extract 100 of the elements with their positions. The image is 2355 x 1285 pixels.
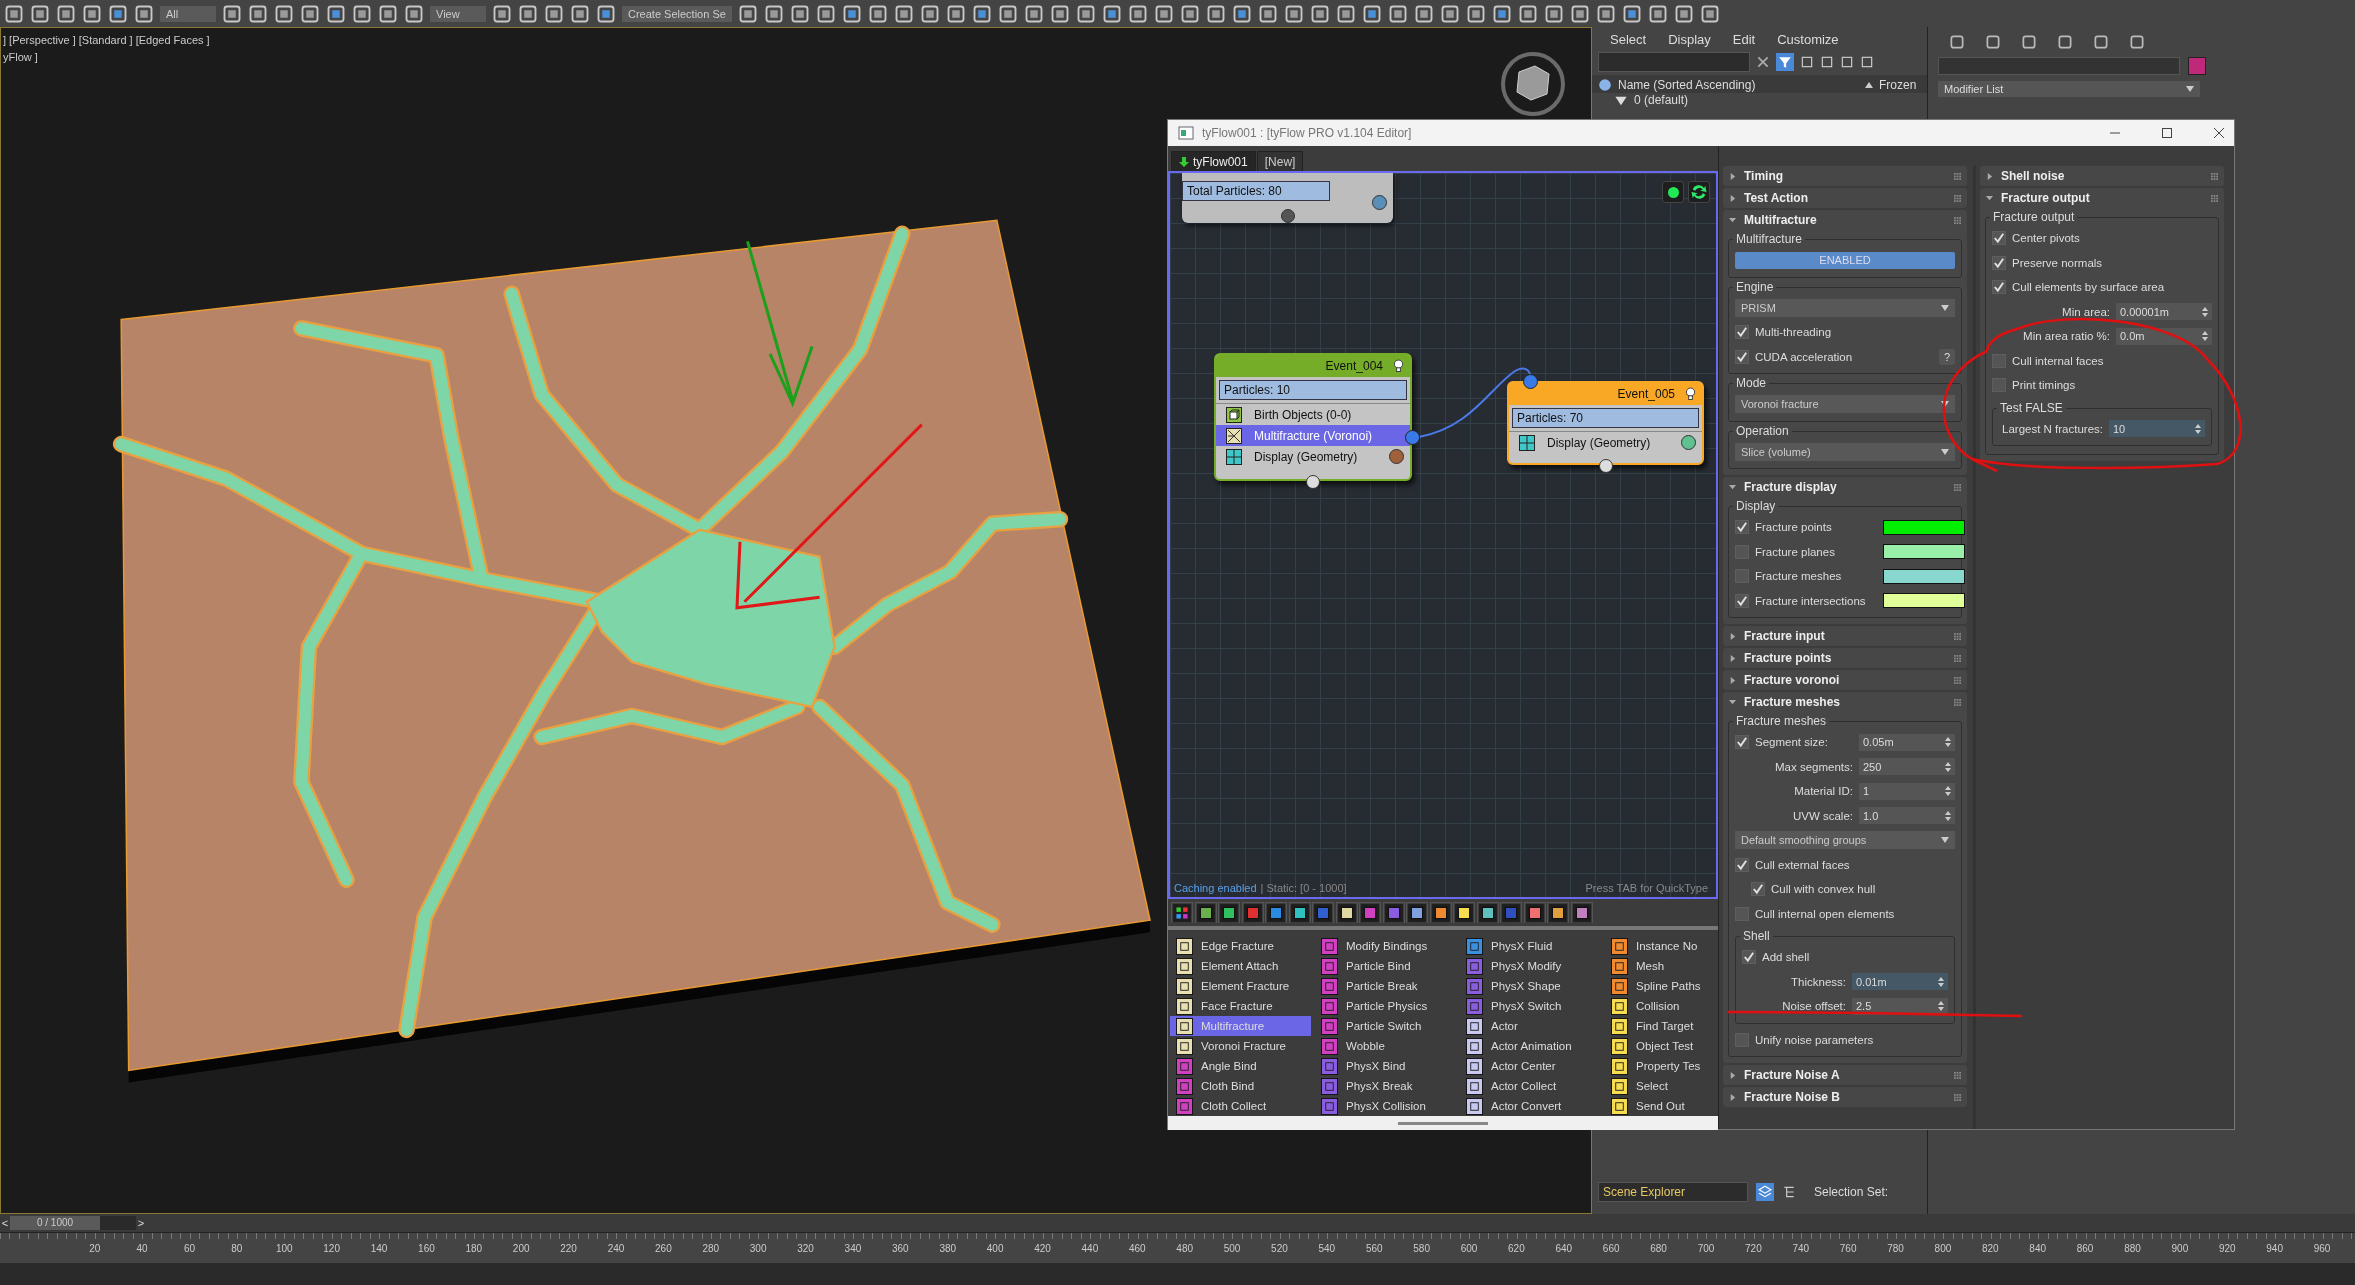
rollout-header[interactable]: Fracture points xyxy=(1723,648,1967,668)
operator-item[interactable]: Particle Break xyxy=(1315,976,1456,996)
checkbox[interactable] xyxy=(1992,280,2006,295)
toolbar-icon[interactable] xyxy=(1491,3,1512,24)
menu-item[interactable]: Display xyxy=(1668,32,1711,47)
operator-item[interactable]: Property Tes xyxy=(1605,1056,1718,1076)
toolbar-icon[interactable] xyxy=(596,3,616,24)
next-frame-button[interactable]: > xyxy=(136,1217,146,1229)
toolbar-icon[interactable] xyxy=(1335,3,1356,24)
operator-item[interactable]: Voronoi Fracture xyxy=(1170,1036,1311,1056)
event-header[interactable]: Event_005 xyxy=(1509,383,1702,405)
operator-item[interactable]: Instance No xyxy=(1605,936,1718,956)
category-tab-icon[interactable] xyxy=(1547,902,1569,923)
toolbar-icon[interactable] xyxy=(1361,3,1382,24)
checkbox[interactable] xyxy=(1992,255,2006,270)
operator-item[interactable]: Spline Paths xyxy=(1605,976,1718,996)
spinner-field[interactable]: 1 xyxy=(1859,782,1955,800)
toolbar-icon[interactable] xyxy=(1257,3,1278,24)
flow-tab[interactable]: tyFlow001 xyxy=(1171,151,1256,171)
toolbar-icon[interactable] xyxy=(971,3,992,24)
toolbar-dropdown[interactable]: All xyxy=(160,5,216,22)
grip-icon[interactable] xyxy=(1954,1093,1961,1101)
toolbar-icon[interactable] xyxy=(1465,3,1486,24)
close-icon[interactable] xyxy=(2214,128,2224,138)
spinner-field[interactable]: 0.05m xyxy=(1859,733,1955,751)
toolbar-icon[interactable] xyxy=(1309,3,1330,24)
scrollbar-thumb[interactable] xyxy=(1398,1121,1488,1125)
toolbar-icon[interactable] xyxy=(544,3,564,24)
operator-item[interactable]: Find Target xyxy=(1605,1016,1718,1036)
status-light-icon[interactable] xyxy=(1662,181,1684,203)
toolbar-icon[interactable] xyxy=(763,3,784,24)
operator-item[interactable]: PhysX Collision xyxy=(1315,1096,1456,1116)
spinner-field[interactable]: 0.00001m xyxy=(2116,303,2212,321)
previous-frame-button[interactable]: < xyxy=(0,1217,10,1229)
color-swatch[interactable] xyxy=(1883,568,1965,584)
toolbar-icon[interactable] xyxy=(352,3,372,24)
spinner-arrows-icon[interactable] xyxy=(1945,786,1951,797)
spinner-arrows-icon[interactable] xyxy=(1945,761,1951,772)
grip-icon[interactable] xyxy=(1954,194,1961,202)
grip-icon[interactable] xyxy=(1954,483,1961,491)
toolbar-icon[interactable] xyxy=(82,3,102,24)
operator-item[interactable]: Face Fracture xyxy=(1170,996,1311,1016)
toolbar-icon[interactable] xyxy=(326,3,346,24)
lightbulb-icon[interactable] xyxy=(1685,387,1696,401)
event-header[interactable]: Event_004 xyxy=(1216,355,1410,377)
maximize-icon[interactable] xyxy=(2162,128,2172,138)
rollout-header[interactable]: Fracture input xyxy=(1723,626,1967,646)
grip-icon[interactable] xyxy=(1954,632,1961,640)
checkbox[interactable] xyxy=(1735,520,1749,535)
toolbar-icon[interactable] xyxy=(30,3,50,24)
output-port[interactable] xyxy=(1306,475,1320,489)
viewcube-icon[interactable] xyxy=(1501,52,1565,116)
operator-item[interactable]: Element Fracture xyxy=(1170,976,1311,996)
checkbox[interactable] xyxy=(1742,950,1756,965)
operator-item[interactable]: Select xyxy=(1605,1076,1718,1096)
spinner-arrows-icon[interactable] xyxy=(1945,810,1951,821)
toolbar-icon[interactable] xyxy=(919,3,940,24)
toolbar-icon[interactable] xyxy=(1517,3,1538,24)
toolbar-icon[interactable] xyxy=(1049,3,1070,24)
toolbar-icon[interactable] xyxy=(404,3,424,24)
operator-item[interactable]: PhysX Bind xyxy=(1315,1056,1456,1076)
search-field[interactable] xyxy=(1598,52,1750,72)
filter-icon[interactable] xyxy=(1776,53,1794,71)
toolbar-icon[interactable] xyxy=(248,3,268,24)
toolbar-icon[interactable] xyxy=(570,3,590,24)
operator-item[interactable]: Send Out xyxy=(1605,1096,1718,1116)
time-slider-thumb[interactable]: 0 / 1000 xyxy=(10,1216,100,1230)
toolbar-icon[interactable] xyxy=(1205,3,1226,24)
explorer-dropdown[interactable]: Scene Explorer xyxy=(1598,1182,1748,1202)
output-port[interactable] xyxy=(1280,209,1295,223)
category-tab-icon[interactable] xyxy=(1194,902,1217,923)
layers-icon[interactable] xyxy=(1756,1183,1774,1201)
panel-tab-icon[interactable] xyxy=(2020,33,2038,51)
node-graph[interactable] xyxy=(1168,171,1718,899)
spinner-field[interactable]: 250 xyxy=(1859,758,1955,776)
modifier-dropdown[interactable]: Modifier List xyxy=(1938,81,2200,97)
color-swatch[interactable] xyxy=(2188,57,2206,75)
operator-item[interactable]: Modify Bindings xyxy=(1315,936,1456,956)
checkbox[interactable] xyxy=(1735,325,1749,340)
operator-row[interactable]: Display (Geometry) xyxy=(1216,446,1410,467)
category-tab-icon[interactable] xyxy=(1453,902,1475,923)
toolbar-icon[interactable] xyxy=(997,3,1018,24)
toolbar-icon[interactable] xyxy=(1673,3,1694,24)
toolbar-icon[interactable] xyxy=(274,3,294,24)
grip-icon[interactable] xyxy=(2211,194,2218,202)
toolbar-icon[interactable] xyxy=(1387,3,1408,24)
rollout-header[interactable]: Fracture output xyxy=(1980,188,2224,208)
rollout-header[interactable]: Test Action xyxy=(1723,188,1967,208)
toolbar-icon[interactable] xyxy=(1621,3,1642,24)
panel-tab-icon[interactable] xyxy=(1948,33,1966,51)
panel-tab-icon[interactable] xyxy=(2128,33,2146,51)
toolbar-icon[interactable] xyxy=(134,3,154,24)
operator-item[interactable]: PhysX Break xyxy=(1315,1076,1456,1096)
rollout-header[interactable]: Fracture voronoi xyxy=(1723,670,1967,690)
rollout-header[interactable]: Fracture Noise B xyxy=(1723,1087,1967,1107)
grip-icon[interactable] xyxy=(1954,1071,1961,1079)
timeline-ruler[interactable]: 20 40 60 80 100 120 140 160 180 200 220 240 260 280 300 320 340 360 380 400 420 440 460 480 500 520 540 560 580 600 620 640 660 680 700 720 740 760 780 800 820 840 860 880 900 920 940 960 xyxy=(0,1232,2355,1263)
help-button[interactable]: ? xyxy=(1939,348,1955,365)
toolbar-icon[interactable] xyxy=(815,3,836,24)
toolbar-icon[interactable] xyxy=(108,3,128,24)
